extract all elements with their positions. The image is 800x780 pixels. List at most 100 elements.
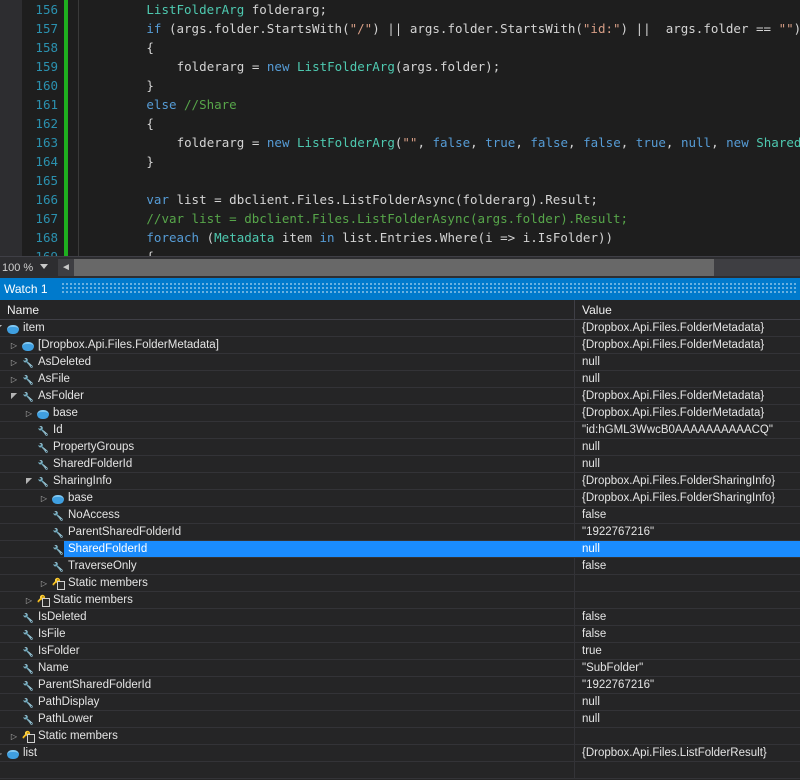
watch-variable-value[interactable]: {Dropbox.Api.Files.FolderMetadata} — [582, 337, 764, 353]
watch-row[interactable]: ▷🔑Static members — [0, 592, 800, 609]
watch-row[interactable]: ▷list{Dropbox.Api.Files.ListFolderResult… — [0, 745, 800, 762]
watch-row[interactable]: ▷base {Dropbox.Api.Files.FolderMetadata} — [0, 405, 800, 422]
chevron-right-icon[interactable]: ▷ — [24, 595, 34, 606]
breakpoint-gutter[interactable] — [0, 95, 22, 114]
breakpoint-gutter[interactable] — [0, 152, 22, 171]
watch-name-cell[interactable]: 🔧IsFolder — [0, 643, 575, 659]
watch-row[interactable]: 🔧Name "SubFolder" — [0, 660, 800, 677]
watch-row[interactable]: ▷base {Dropbox.Api.Files.FolderSharingInf… — [0, 490, 800, 507]
watch-variable-value[interactable]: {Dropbox.Api.Files.FolderSharingInfo} — [582, 473, 775, 489]
watch-name-cell[interactable]: 🔧IsFile — [0, 626, 575, 642]
watch-variable-value[interactable]: null — [582, 694, 600, 710]
watch-variable-value[interactable]: null — [582, 541, 600, 557]
chevron-right-icon[interactable]: ▷ — [9, 357, 19, 368]
chevron-right-icon[interactable]: ▷ — [39, 578, 49, 589]
code-editor[interactable]: 156ListFolderArg folderarg;157if (args.f… — [0, 0, 800, 256]
watch-row[interactable]: 🔧IsDeletedfalse — [0, 609, 800, 626]
breakpoint-gutter[interactable] — [0, 209, 22, 228]
watch-name-cell[interactable]: ▷🔑Static members — [0, 728, 575, 744]
breakpoint-gutter[interactable] — [0, 57, 22, 76]
watch-name-cell[interactable]: ◢🔧AsFolder — [0, 388, 575, 404]
watch-row[interactable]: ◢🔧SharingInfo{Dropbox.Api.Files.FolderSh… — [0, 473, 800, 490]
watch-name-cell[interactable]: ◢item — [0, 320, 575, 336]
code-line[interactable]: 156ListFolderArg folderarg; — [0, 0, 800, 19]
breakpoint-gutter[interactable] — [0, 133, 22, 152]
watch-name-cell[interactable]: 🔧PropertyGroups — [0, 439, 575, 455]
watch-variable-value[interactable]: null — [582, 456, 600, 472]
code-line[interactable]: 158{ — [0, 38, 800, 57]
watch-name-cell[interactable]: 🔧IsDeleted — [0, 609, 575, 625]
watch-row-empty[interactable] — [0, 762, 800, 779]
watch-name-cell[interactable]: ▷[Dropbox.Api.Files.FolderMetadata] — [0, 337, 575, 353]
code-line[interactable]: 159folderarg = new ListFolderArg(args.fo… — [0, 57, 800, 76]
watch-row[interactable]: ▷[Dropbox.Api.Files.FolderMetadata] {Drop… — [0, 337, 800, 354]
chevron-down-icon[interactable]: ◢ — [0, 323, 4, 334]
code-line[interactable]: 166var list = dbclient.Files.ListFolderA… — [0, 190, 800, 209]
watch-name-cell[interactable]: 🔧ParentSharedFolderId — [0, 677, 575, 693]
watch-name-cell[interactable]: ▷🔧AsFile — [0, 371, 575, 387]
watch-row[interactable]: 🔧SharedFolderId null — [0, 456, 800, 473]
watch-grid-body[interactable]: ◢item{Dropbox.Api.Files.FolderMetadata}▷… — [0, 320, 800, 780]
watch-row[interactable]: 🔧ParentSharedFolderId "1922767216" — [0, 677, 800, 694]
watch-name-cell[interactable]: 🔧TraverseOnly — [0, 558, 575, 574]
watch-row[interactable]: 🔧PathDisplaynull — [0, 694, 800, 711]
watch-name-cell[interactable]: 🔧Name — [0, 660, 575, 676]
watch-name-cell[interactable] — [0, 762, 575, 778]
chevron-right-icon[interactable]: ▷ — [39, 493, 49, 504]
watch-name-cell[interactable]: ▷base — [0, 490, 575, 506]
code-line[interactable]: 168foreach (Metadata item in list.Entrie… — [0, 228, 800, 247]
watch-row[interactable]: 🔧IsFoldertrue — [0, 643, 800, 660]
watch-row[interactable]: ▷🔑Static members — [0, 575, 800, 592]
tab-watch-1[interactable]: Watch 1 — [0, 278, 56, 300]
breakpoint-gutter[interactable] — [0, 247, 22, 256]
code-line[interactable]: 163folderarg = new ListFolderArg("", fal… — [0, 133, 800, 152]
chevron-down-icon[interactable]: ◢ — [24, 476, 34, 487]
breakpoint-gutter[interactable] — [0, 190, 22, 209]
watch-row[interactable]: 🔧PathLower null — [0, 711, 800, 728]
watch-variable-value[interactable]: "SubFolder" — [582, 660, 643, 676]
watch-variable-value[interactable]: {Dropbox.Api.Files.FolderSharingInfo} — [582, 490, 775, 506]
watch-row[interactable]: 🔧SharedFolderIdnull — [0, 541, 800, 558]
breakpoint-gutter[interactable] — [0, 19, 22, 38]
watch-variable-value[interactable]: null — [582, 371, 600, 387]
watch-name-cell[interactable]: 🔧PathLower — [0, 711, 575, 727]
watch-variable-value[interactable]: "1922767216" — [582, 677, 654, 693]
code-line[interactable]: 167//var list = dbclient.Files.ListFolde… — [0, 209, 800, 228]
watch-name-cell[interactable]: ▷base — [0, 405, 575, 421]
breakpoint-gutter[interactable] — [0, 228, 22, 247]
breakpoint-gutter[interactable] — [0, 171, 22, 190]
watch-row[interactable]: ▷🔧AsDeletednull — [0, 354, 800, 371]
window-drag-grip[interactable] — [62, 283, 798, 295]
horizontal-scrollbar[interactable] — [74, 259, 800, 276]
watch-name-cell[interactable]: 🔧ParentSharedFolderId — [0, 524, 575, 540]
code-line[interactable]: 164} — [0, 152, 800, 171]
chevron-right-icon[interactable]: ▷ — [9, 731, 19, 742]
code-line[interactable]: 165 — [0, 171, 800, 190]
watch-variable-value[interactable]: null — [582, 439, 600, 455]
breakpoint-gutter[interactable] — [0, 38, 22, 57]
watch-row[interactable]: 🔧Id"id:hGML3WwcB0AAAAAAAAAACQ" — [0, 422, 800, 439]
watch-variable-value[interactable]: null — [582, 711, 600, 727]
watch-variable-value[interactable]: {Dropbox.Api.Files.FolderMetadata} — [582, 320, 764, 336]
watch-row[interactable]: ▷🔧AsFile null — [0, 371, 800, 388]
watch-variable-value[interactable]: null — [582, 354, 600, 370]
horizontal-scrollbar-thumb[interactable] — [74, 259, 714, 276]
column-header-name[interactable]: Name — [0, 300, 575, 320]
chevron-right-icon[interactable]: ▷ — [0, 748, 4, 759]
watch-row[interactable]: 🔧IsFilefalse — [0, 626, 800, 643]
watch-variable-value[interactable]: "1922767216" — [582, 524, 654, 540]
hscroll-left-arrow-icon[interactable]: ◄ — [58, 259, 74, 276]
watch-name-cell[interactable]: ▷🔑Static members — [0, 575, 575, 591]
chevron-right-icon[interactable]: ▷ — [9, 374, 19, 385]
column-header-value[interactable]: Value — [575, 300, 800, 320]
code-line[interactable]: 162{ — [0, 114, 800, 133]
watch-row[interactable]: 🔧NoAccessfalse — [0, 507, 800, 524]
chevron-down-icon[interactable] — [40, 264, 48, 269]
watch-row[interactable]: 🔧TraverseOnly false — [0, 558, 800, 575]
watch-name-cell[interactable]: 🔧SharedFolderId — [0, 456, 575, 472]
code-line[interactable]: 161else //Share — [0, 95, 800, 114]
watch-row[interactable]: ◢item {Dropbox.Api.Files.FolderMetadata} — [0, 320, 800, 337]
watch-variable-value[interactable]: false — [582, 558, 606, 574]
watch-variable-value[interactable]: {Dropbox.Api.Files.FolderMetadata} — [582, 405, 764, 421]
watch-variable-value[interactable]: "id:hGML3WwcB0AAAAAAAAAACQ" — [582, 422, 773, 438]
